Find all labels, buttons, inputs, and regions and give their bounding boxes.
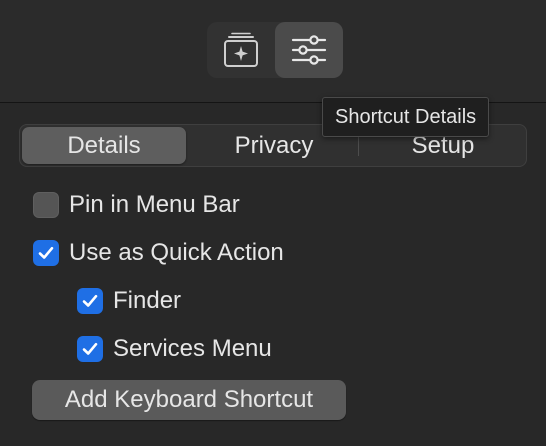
tooltip-text: Shortcut Details [335,105,477,128]
shortcut-details-button[interactable] [275,22,343,78]
pin-menu-bar-option[interactable]: Pin in Menu Bar [33,189,240,221]
quick-action-checkbox[interactable] [33,240,59,266]
pin-menu-bar-checkbox[interactable] [33,192,59,218]
add-keyboard-shortcut-button[interactable]: Add Keyboard Shortcut [32,380,346,420]
services-menu-label: Services Menu [113,335,272,362]
quick-action-option[interactable]: Use as Quick Action [33,237,284,269]
finder-option[interactable]: Finder [77,285,181,317]
services-menu-checkbox[interactable] [77,336,103,362]
toolbar-button-group [207,22,343,78]
sliders-icon [291,35,327,65]
checkmark-icon [82,294,98,307]
quick-action-label: Use as Quick Action [69,239,284,266]
library-button[interactable] [207,22,275,78]
pin-menu-bar-label: Pin in Menu Bar [69,191,240,218]
finder-label: Finder [113,287,182,314]
tooltip: Shortcut Details [322,97,490,137]
sparkle-stack-icon [224,32,258,67]
toolbar [0,0,546,102]
tab-separator [358,137,359,156]
checkmark-icon [38,246,54,259]
tab-details[interactable]: Details [22,127,186,164]
services-menu-option[interactable]: Services Menu [77,333,272,365]
finder-checkbox[interactable] [77,288,103,314]
checkmark-icon [82,342,98,355]
